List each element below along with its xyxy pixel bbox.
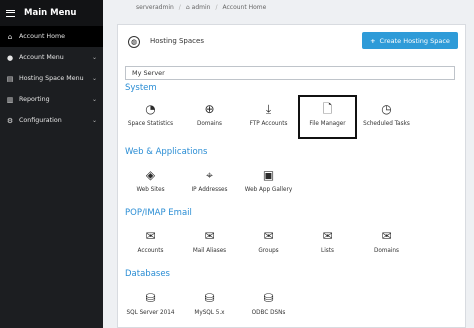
- tile-mail-aliases[interactable]: ✉ Mail Aliases: [180, 222, 239, 266]
- chevron-down-icon: ⌄: [91, 75, 97, 82]
- gear-icon: ⚙: [6, 116, 14, 125]
- tile-label: MySQL 5.x: [194, 310, 225, 316]
- tile-odbc-dsns[interactable]: ⛁ ODBC DSNs: [239, 284, 298, 327]
- sidebar-item-label: Configuration: [19, 117, 62, 124]
- sidebar-item-reporting[interactable]: ▥ Reporting ⌄: [0, 89, 103, 110]
- tile-label: Space Statistics: [127, 121, 174, 127]
- sidebar-item-label: Reporting: [19, 96, 50, 103]
- tile-lists[interactable]: ✉ Lists: [298, 222, 357, 266]
- database-icon: ⛁: [145, 291, 156, 305]
- tile-web-sites[interactable]: ◈ Web Sites: [121, 161, 180, 205]
- tile-domains[interactable]: ⊕ Domains: [180, 95, 239, 139]
- tile-label: Domains: [196, 121, 223, 127]
- server-name: My Server: [132, 69, 165, 77]
- tile-web-app-gallery[interactable]: ▣ Web App Gallery: [239, 161, 298, 205]
- breadcrumb-separator: /: [215, 3, 218, 11]
- tile-label: Domains: [373, 248, 400, 254]
- download-icon: ⤓: [265, 102, 272, 116]
- plus-icon: +: [370, 36, 376, 45]
- web-grid: ◈ Web Sites ⌖ IP Addresses ▣ Web App Gal…: [121, 161, 298, 205]
- tile-groups[interactable]: ✉ Groups: [239, 222, 298, 266]
- globe-icon: ⊕: [204, 102, 215, 116]
- section-title-email: POP/IMAP Email: [125, 208, 192, 218]
- database-icon: ⛁: [263, 291, 274, 305]
- tile-label: Web App Gallery: [244, 187, 293, 193]
- tile-label: File Manager: [309, 121, 346, 127]
- tile-label: Accounts: [137, 248, 164, 254]
- database-icon: ⛁: [204, 291, 215, 305]
- envelope-icon: ✉: [322, 229, 333, 243]
- globe-icon: ◍: [128, 36, 140, 48]
- tile-label: Groups: [258, 248, 279, 254]
- pie-chart-icon: ◔: [145, 102, 156, 116]
- section-title-databases: Databases: [125, 269, 170, 279]
- clock-icon: ◷: [381, 102, 392, 116]
- tile-file-manager[interactable]: 🗋 File Manager: [298, 95, 357, 139]
- section-title-web: Web & Applications: [125, 147, 208, 157]
- section-title-system: System: [125, 83, 157, 93]
- file-icon: 🗋: [322, 102, 333, 116]
- location-icon: ⌖: [206, 168, 213, 182]
- chevron-down-icon: ⌄: [91, 96, 97, 103]
- tile-label: ODBC DSNs: [251, 310, 286, 316]
- home-icon: ⌂: [185, 3, 190, 11]
- system-grid: ◔ Space Statistics ⊕ Domains ⤓ FTP Accou…: [121, 95, 416, 139]
- tile-label: Scheduled Tasks: [363, 121, 410, 127]
- hosting-spaces-panel: ◍ Hosting Spaces + Create Hosting Space …: [117, 24, 466, 328]
- home-icon: ⌂: [7, 32, 13, 41]
- tile-mail-domains[interactable]: ✉ Domains: [357, 222, 416, 266]
- tile-label: Web Sites: [136, 187, 165, 193]
- server-icon: ▤: [6, 74, 14, 83]
- breadcrumb-item[interactable]: serveradmin: [136, 4, 174, 11]
- chevron-down-icon: ⌄: [91, 54, 97, 61]
- envelope-icon: ✉: [381, 229, 392, 243]
- panel-title: Hosting Spaces: [150, 37, 204, 45]
- image-icon: ▣: [262, 168, 275, 182]
- envelope-icon: ✉: [263, 229, 274, 243]
- envelope-icon: ✉: [145, 229, 156, 243]
- breadcrumb-item: Account Home: [222, 3, 267, 11]
- sidebar-item-account-home[interactable]: ⌂ Account Home: [0, 26, 103, 47]
- sidebar-header[interactable]: Main Menu: [0, 0, 103, 26]
- envelope-icon: ✉: [204, 229, 215, 243]
- server-name-field[interactable]: My Server: [125, 66, 455, 80]
- sidebar: Main Menu ⌂ Account Home ● Account Menu …: [0, 0, 103, 328]
- tile-accounts[interactable]: ✉ Accounts: [121, 222, 180, 266]
- bar-chart-icon: ▥: [6, 95, 14, 104]
- tile-label: Mail Aliases: [192, 248, 227, 254]
- create-button-label: Create Hosting Space: [379, 36, 450, 45]
- sidebar-item-hosting-space-menu[interactable]: ▤ Hosting Space Menu ⌄: [0, 68, 103, 89]
- hamburger-icon[interactable]: [6, 9, 15, 17]
- sidebar-item-label: Account Home: [19, 33, 66, 40]
- databases-grid: ⛁ SQL Server 2014 ⛁ MySQL 5.x ⛁ ODBC DSN…: [121, 284, 298, 327]
- tile-label: Lists: [321, 248, 334, 254]
- tile-ip-addresses[interactable]: ⌖ IP Addresses: [180, 161, 239, 205]
- email-grid: ✉ Accounts ✉ Mail Aliases ✉ Groups ✉ Lis…: [121, 222, 416, 266]
- sidebar-item-configuration[interactable]: ⚙ Configuration ⌄: [0, 110, 103, 131]
- tile-ftp-accounts[interactable]: ⤓ FTP Accounts: [239, 95, 298, 139]
- breadcrumb-item[interactable]: admin: [192, 4, 211, 11]
- tile-label: FTP Accounts: [249, 121, 288, 127]
- user-icon: ●: [6, 53, 14, 62]
- tile-label: IP Addresses: [191, 187, 228, 193]
- panel-header: ◍ Hosting Spaces + Create Hosting Space: [118, 25, 465, 59]
- tile-sql-server[interactable]: ⛁ SQL Server 2014: [121, 284, 180, 327]
- tile-mysql[interactable]: ⛁ MySQL 5.x: [180, 284, 239, 327]
- compass-icon: ◈: [145, 168, 156, 182]
- sidebar-item-label: Hosting Space Menu: [19, 75, 84, 82]
- breadcrumb: serveradmin / ⌂ admin / Account Home: [103, 0, 474, 14]
- tile-scheduled-tasks[interactable]: ◷ Scheduled Tasks: [357, 95, 416, 139]
- sidebar-title: Main Menu: [24, 8, 77, 18]
- sidebar-item-label: Account Menu: [19, 54, 64, 61]
- sidebar-item-account-menu[interactable]: ● Account Menu ⌄: [0, 47, 103, 68]
- tile-space-statistics[interactable]: ◔ Space Statistics: [121, 95, 180, 139]
- chevron-down-icon: ⌄: [91, 117, 97, 124]
- tile-label: SQL Server 2014: [126, 310, 175, 316]
- create-hosting-space-button[interactable]: + Create Hosting Space: [362, 32, 458, 49]
- breadcrumb-separator: /: [178, 3, 181, 11]
